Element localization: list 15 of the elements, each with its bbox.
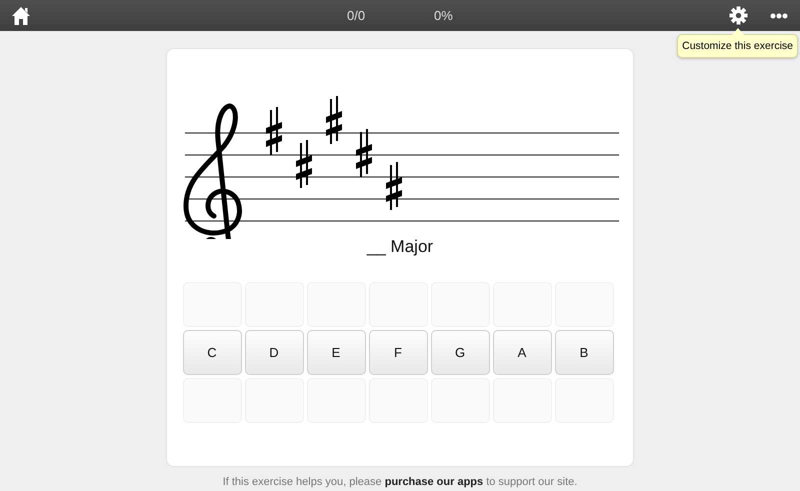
note-button[interactable]: D xyxy=(244,330,304,375)
more-icon[interactable] xyxy=(770,13,788,19)
note-button[interactable]: A xyxy=(492,330,552,375)
note-button[interactable]: C xyxy=(182,330,242,375)
question-text: __ Major xyxy=(366,237,434,257)
score-percent: 0% xyxy=(434,8,453,23)
note-button[interactable]: F xyxy=(368,330,428,375)
note-button[interactable]: G xyxy=(430,330,490,375)
note-button[interactable]: B xyxy=(554,330,614,375)
score-counter: 0/0 xyxy=(347,8,366,23)
home-icon[interactable] xyxy=(11,6,31,26)
tooltip-pointer xyxy=(732,28,744,35)
footer-text: If this exercise helps you, please purchase our apps to support our site. xyxy=(222,476,578,488)
settings-icon[interactable] xyxy=(729,6,748,25)
note-button[interactable]: E xyxy=(306,330,366,375)
